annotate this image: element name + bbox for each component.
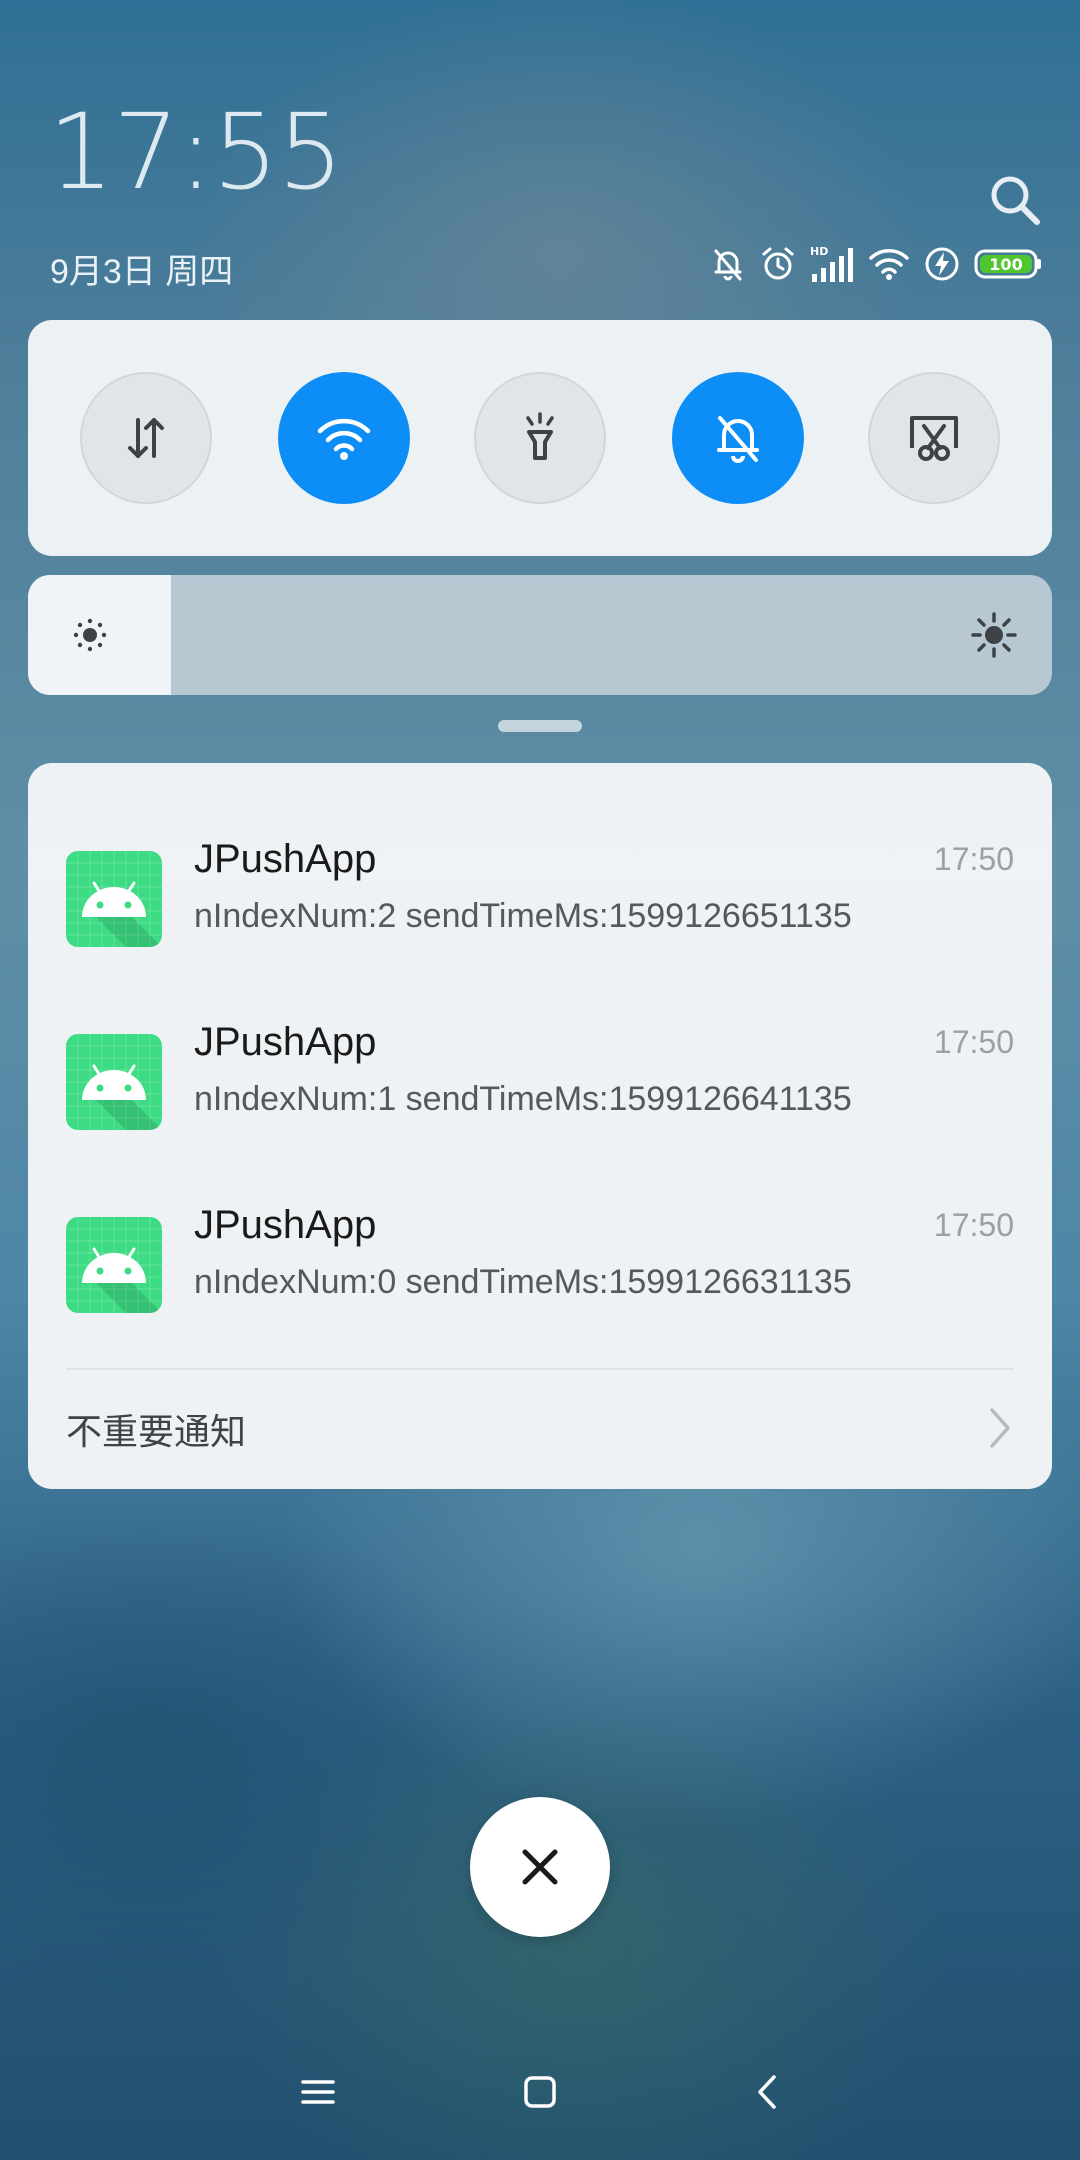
clear-all-button[interactable] [470, 1797, 610, 1937]
brightness-low-icon [73, 618, 107, 652]
toggle-mute[interactable] [672, 372, 804, 504]
home-icon[interactable] [520, 2072, 560, 2112]
drag-handle[interactable] [498, 720, 582, 732]
alarm-icon [762, 247, 794, 280]
wifi-icon [317, 418, 371, 460]
notification-time: 17:50 [933, 841, 1014, 877]
notification-app-name: JPushApp [194, 837, 377, 881]
screenshot-icon [910, 416, 958, 461]
notification-panel: JPushApp 17:50 nIndexNum:2 sendTimeMs:15… [28, 763, 1052, 1489]
clock: 17:55 [48, 91, 344, 213]
data-arrows-icon [128, 418, 164, 458]
notification-item[interactable]: JPushApp 17:50 nIndexNum:1 sendTimeMs:15… [28, 1012, 1052, 1162]
app-icon [66, 1217, 162, 1313]
chevron-right-icon[interactable] [986, 1406, 1014, 1450]
status-icons: HD 100 [710, 244, 1044, 284]
close-icon [522, 1849, 558, 1885]
search-icon [991, 176, 1040, 225]
network-type-label: HD [810, 245, 828, 258]
brightness-slider[interactable] [28, 575, 1052, 695]
toggle-screenshot[interactable] [868, 372, 1000, 504]
bell-off-icon [717, 416, 759, 463]
back-icon[interactable] [748, 2072, 788, 2112]
charging-icon [925, 247, 959, 281]
app-icon [66, 851, 162, 947]
battery-level: 100 [989, 255, 1022, 274]
menu-icon[interactable] [298, 2072, 338, 2112]
brightness-high-icon [971, 612, 1017, 658]
toggle-flashlight[interactable] [474, 372, 606, 504]
notification-text: nIndexNum:0 sendTimeMs:1599126631135 [194, 1263, 852, 1301]
signal-icon: HD [810, 245, 853, 282]
app-icon [66, 1034, 162, 1130]
notification-app-name: JPushApp [194, 1203, 377, 1247]
battery-icon: 100 [974, 249, 1041, 279]
flashlight-icon [526, 412, 554, 460]
android-app-icon [66, 851, 162, 947]
notification-text: nIndexNum:1 sendTimeMs:1599126641135 [194, 1080, 852, 1118]
minor-notifications-link[interactable]: 不重要通知 [66, 1403, 246, 1455]
clock-area: 17:55 [48, 91, 344, 213]
android-app-icon [66, 1217, 162, 1313]
toggle-mobile-data[interactable] [80, 372, 212, 504]
silent-icon [714, 249, 742, 281]
wifi-status-icon [869, 249, 909, 280]
android-app-icon [66, 1034, 162, 1130]
divider [66, 1368, 1014, 1370]
notification-item[interactable]: JPushApp 17:50 nIndexNum:0 sendTimeMs:15… [28, 1195, 1052, 1345]
date: 9月3日 周四 [50, 253, 234, 291]
notification-time: 17:50 [933, 1024, 1014, 1060]
notification-app-name: JPushApp [194, 1020, 377, 1064]
quick-settings-panel [28, 320, 1052, 556]
notification-item[interactable]: JPushApp 17:50 nIndexNum:2 sendTimeMs:15… [28, 829, 1052, 979]
notification-text: nIndexNum:2 sendTimeMs:1599126651135 [194, 897, 852, 935]
notification-time: 17:50 [933, 1207, 1014, 1243]
search-button[interactable] [985, 170, 1045, 230]
toggle-wifi[interactable] [278, 372, 410, 504]
